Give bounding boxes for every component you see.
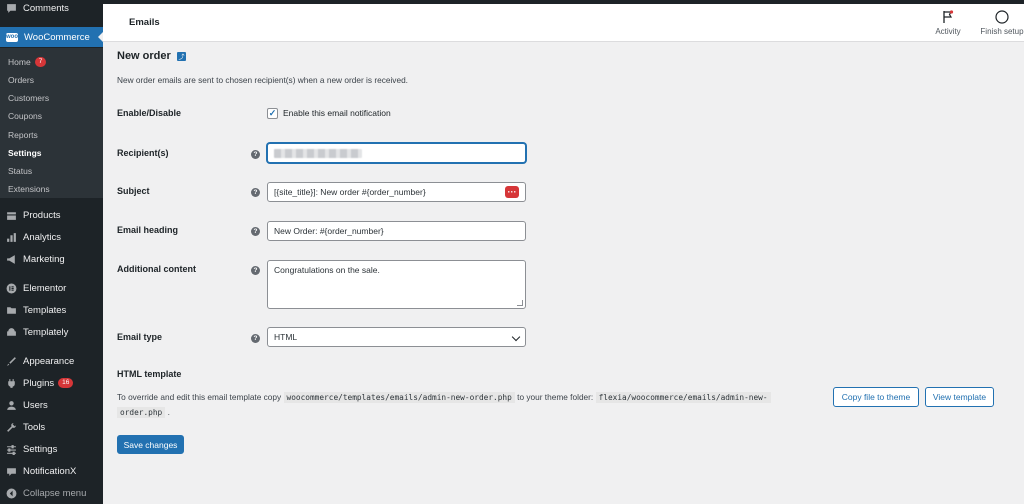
subject-input[interactable]: [{site_title}]: New order #{order_number… [267,182,526,202]
submenu-extensions[interactable]: Extensions [8,182,50,196]
save-changes-button[interactable]: Save changes [117,435,184,454]
notificationx-icon [6,466,17,477]
sidebar-item-templates[interactable]: Templates [0,300,103,320]
enable-checkbox-label[interactable]: Enable this email notification [283,108,391,118]
submenu-settings[interactable]: Settings [8,146,42,160]
wrench-icon [6,422,17,433]
enable-checkbox[interactable]: ✓ [267,108,278,119]
products-icon [6,210,17,221]
more-options-icon[interactable]: ··· [505,186,519,198]
paintbrush-icon [6,356,17,367]
view-template-button[interactable]: View template [925,387,994,407]
submenu-orders[interactable]: Orders [8,73,34,87]
home-count-badge: 7 [34,57,47,67]
theme-path-code-cont: order.php [117,407,166,418]
sidebar-item-products[interactable]: Products [0,205,103,225]
sidebar-item-plugins[interactable]: Plugins 16 [0,373,103,393]
plugin-icon [6,378,17,389]
help-icon: ? [251,266,260,275]
submenu-home[interactable]: Home 7 [8,55,47,69]
help-icon: ? [251,188,260,197]
plugins-count-badge: 16 [58,378,74,388]
sidebar-item-marketing[interactable]: Marketing [0,249,103,269]
sidebar-item-analytics[interactable]: Analytics [0,227,103,247]
woocommerce-icon: woo [6,32,18,42]
elementor-icon [6,283,17,294]
email-settings-form: New order ⤴ New order emails are sent to… [103,42,1024,504]
collapse-icon [6,488,17,499]
recipients-label: Recipient(s) [117,148,169,158]
theme-path-code: flexia/woocommerce/emails/admin-new- [595,392,771,403]
woocommerce-header: Emails Activity Finish setup [103,4,1024,42]
additional-content-textarea[interactable]: Congratulations on the sale. [267,260,526,309]
users-icon [6,400,17,411]
sidebar-item-settings[interactable]: Settings [0,439,103,459]
email-heading-input[interactable]: New Order: #{order_number} [267,221,526,241]
woocommerce-submenu: Home 7 Orders Customers Coupons Reports … [0,48,103,198]
resize-handle[interactable] [517,300,523,306]
copy-file-to-theme-button[interactable]: Copy file to theme [833,387,919,407]
email-heading-label: Email heading [117,225,179,235]
sidebar-item-users[interactable]: Users [0,395,103,415]
collapse-menu-button[interactable]: Collapse menu [0,483,103,503]
section-heading: New order [117,50,171,62]
recipients-input[interactable] [267,143,526,163]
section-description: New order emails are sent to chosen reci… [117,75,408,85]
settings-sliders-icon [6,444,17,455]
megaphone-icon [6,254,17,265]
subject-label: Subject [117,186,150,196]
activity-button[interactable]: Activity [928,10,968,40]
enable-disable-label: Enable/Disable [117,108,182,118]
submenu-coupons[interactable]: Coupons [8,109,42,123]
submenu-status[interactable]: Status [8,164,32,178]
admin-sidebar: Comments woo WooCommerce Home 7 Orders C… [0,0,103,504]
comments-icon [6,3,17,14]
chevron-down-icon [511,332,521,342]
sidebar-item-tools[interactable]: Tools [0,417,103,437]
redacted-email [274,148,362,158]
up-arrow-icon[interactable]: ⤴ [177,52,186,61]
sidebar-item-appearance[interactable]: Appearance [0,351,103,371]
submenu-reports[interactable]: Reports [8,128,38,142]
sidebar-item-templately[interactable]: Templately [0,322,103,342]
help-icon: ? [251,334,260,343]
sidebar-item-elementor[interactable]: Elementor [0,278,103,298]
page-title: Emails [129,17,160,28]
sidebar-item-woocommerce[interactable]: woo WooCommerce [0,27,103,47]
email-type-select[interactable]: HTML [267,327,526,347]
sidebar-item-notificationx[interactable]: NotificationX [0,461,103,481]
templately-icon [6,327,17,338]
progress-circle-icon [995,10,1009,24]
folder-icon [6,305,17,316]
template-path-code: woocommerce/templates/emails/admin-new-o… [283,392,515,403]
html-template-description: To override and edit this email template… [117,390,825,420]
email-type-label: Email type [117,332,163,342]
flag-icon [943,10,954,23]
help-icon: ? [251,150,260,159]
analytics-icon [6,232,17,243]
sidebar-item-comments[interactable]: Comments [0,0,103,18]
additional-content-label: Additional content [117,264,196,274]
help-icon: ? [251,227,260,236]
finish-setup-button[interactable]: Finish setup [980,10,1024,40]
html-template-heading: HTML template [117,369,182,379]
submenu-customers[interactable]: Customers [8,91,49,105]
checkmark-icon: ✓ [268,108,277,118]
